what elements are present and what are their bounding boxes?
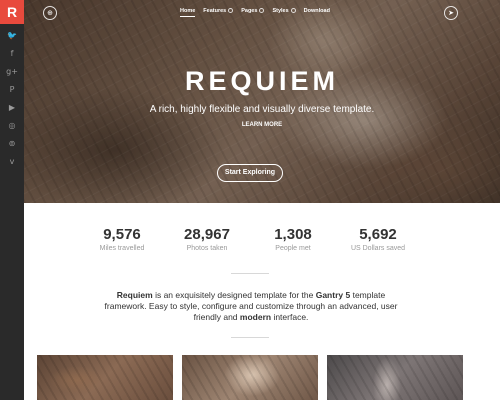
- hero-title: REQUIEM: [184, 66, 339, 96]
- twitter-icon[interactable]: 🐦: [0, 27, 24, 45]
- stat-label: US Dollars saved: [350, 245, 406, 252]
- stat-value: 9,576: [103, 226, 141, 243]
- chevron-down-icon: [290, 8, 296, 14]
- hero-section: ⊕ Home Features Pages Styles Download ➤ …: [24, 0, 500, 203]
- nav-item-home[interactable]: Home: [180, 8, 196, 17]
- intro-paragraph: Requiem is an exquisitely designed templ…: [104, 290, 398, 322]
- learn-more-link[interactable]: LEARN MORE: [24, 122, 500, 128]
- start-exploring-button[interactable]: Start Exploring: [217, 164, 283, 182]
- nav-item-features[interactable]: Features: [203, 8, 234, 14]
- gallery-image[interactable]: [327, 355, 463, 400]
- logo[interactable]: R: [0, 0, 24, 24]
- stat-photos: 28,967 Photos taken: [167, 226, 247, 252]
- share-icon[interactable]: ➤: [444, 6, 458, 20]
- sidebar: R 🐦 f g+ P ▶ ◎ ⊚ v: [0, 0, 24, 400]
- stat-label: People met: [275, 245, 311, 252]
- hero-subtitle: A rich, highly flexible and visually div…: [149, 104, 375, 115]
- stat-dollars: 5,692 US Dollars saved: [338, 226, 418, 252]
- stat-value: 1,308: [274, 226, 312, 243]
- vimeo-icon[interactable]: v: [0, 153, 24, 171]
- nav-item-download[interactable]: Download: [304, 8, 330, 14]
- stat-value: 5,692: [359, 226, 397, 243]
- stat-miles: 9,576 Miles travelled: [82, 226, 162, 252]
- main-nav: Home Features Pages Styles Download: [180, 8, 338, 17]
- divider: [231, 273, 269, 274]
- brand-name: Requiem: [116, 290, 153, 300]
- flickr-icon[interactable]: ⊚: [0, 135, 24, 153]
- nav-item-styles[interactable]: Styles: [272, 8, 296, 14]
- stat-label: Miles travelled: [99, 245, 145, 252]
- stat-people: 1,308 People met: [253, 226, 333, 252]
- google-plus-icon[interactable]: g+: [0, 63, 24, 81]
- gallery-image[interactable]: [182, 355, 318, 400]
- modern-word: modern: [239, 312, 272, 322]
- nav-item-pages[interactable]: Pages: [241, 8, 265, 14]
- facebook-icon[interactable]: f: [0, 45, 24, 63]
- pinterest-icon[interactable]: P: [0, 81, 24, 99]
- chevron-down-icon: [259, 8, 265, 14]
- stat-label: Photos taken: [186, 245, 228, 252]
- chevron-down-icon: [228, 8, 234, 14]
- menu-icon[interactable]: ⊕: [43, 6, 57, 20]
- framework-name: Gantry 5: [315, 290, 351, 300]
- stat-value: 28,967: [184, 226, 230, 243]
- divider: [231, 337, 269, 338]
- instagram-icon[interactable]: ◎: [0, 117, 24, 135]
- youtube-icon[interactable]: ▶: [0, 99, 24, 117]
- gallery-image[interactable]: [37, 355, 173, 400]
